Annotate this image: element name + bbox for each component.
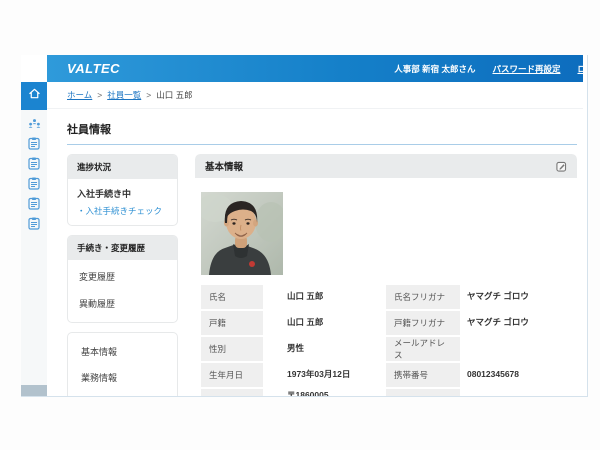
field-value: ヤマグチ ゴロウ [460,285,573,309]
password-reset-link[interactable]: パスワード再設定 [492,63,560,75]
section-menu-item[interactable]: 業務情報 [68,364,177,390]
field-label: 電話番号 [386,389,460,397]
breadcrumb-current: 山口 五郎 [156,89,192,101]
edit-icon[interactable] [556,161,567,172]
history-list: 変更履歴異動履歴 [68,260,177,322]
onboarding-check-link[interactable]: ・入社手続きチェック [68,202,177,225]
section-menu-item[interactable]: 業務アカウント [68,390,177,397]
field-label: 戸籍 [201,311,263,335]
fields-right: 氏名フリガナ ヤマグチ ゴロウ 戸籍フリガナ ヤマグチ ゴロウ メールアドレス [386,285,573,397]
history-list-item[interactable]: 異動履歴 [68,290,177,317]
progress-status: 入社手続き中 [68,179,177,202]
basic-info-header: 基本情報 [195,154,577,178]
field-label: メールアドレス [386,337,460,361]
main-panel: 基本情報 [195,154,577,397]
valtec-logo[interactable]: VALTEC [67,61,120,76]
field-label: 携帯番号 [386,363,460,387]
employee-photo [201,192,283,275]
field-value [460,389,573,397]
field-value: 山口 五郎 [263,285,386,309]
content-area: ホーム > 社員一覧 > 山口 五郎 社員情報 進捗状況 入社手続き中 ・入社手… [47,82,583,397]
logout-link[interactable]: ログアウト [577,63,583,75]
progress-card: 進捗状況 入社手続き中 ・入社手続きチェック [67,154,178,226]
field-label: 性別 [201,337,263,361]
basic-info-table: 氏名 山口 五郎 戸籍 山口 五郎 性別 男性 [201,285,577,397]
sidebar-footer-block [21,385,47,396]
section-menu-item[interactable]: 基本情報 [68,338,177,364]
breadcrumb-separator: > [146,90,151,100]
app-window: VALTEC 人事部 新宿 太郎さん パスワード再設定 ログアウト ホーム > … [21,55,588,397]
history-card-title: 手続き・変更履歴 [68,236,177,260]
field-label: 生年月日 [201,363,263,387]
clipboard-icon[interactable] [28,157,41,170]
breadcrumb-separator: > [97,90,102,100]
field-label: 戸籍フリガナ [386,311,460,335]
field-value: 男性 [263,337,386,361]
breadcrumb: ホーム > 社員一覧 > 山口 五郎 [47,82,583,109]
title-divider [67,144,577,145]
field-label: 氏名 [201,285,263,309]
history-list-item[interactable]: 変更履歴 [68,263,177,290]
field-value: 〒1860005 東京都国立市西 [263,389,386,397]
field-label: 住所 [201,389,263,397]
field-label: 氏名フリガナ [386,285,460,309]
page-title: 社員情報 [67,121,577,137]
breadcrumb-employee-list-link[interactable]: 社員一覧 [107,89,141,101]
home-icon [28,87,41,105]
logged-in-user: 人事部 新宿 太郎さん [394,63,475,75]
left-panel: 進捗状況 入社手続き中 ・入社手続きチェック 手続き・変更履歴 変更履歴異動履歴… [67,154,178,397]
app-header: VALTEC 人事部 新宿 太郎さん パスワード再設定 ログアウト [47,55,583,82]
progress-card-title: 進捗状況 [68,155,177,179]
clipboard-icon[interactable] [28,137,41,150]
clipboard-icon[interactable] [28,217,41,230]
field-value: ヤマグチ ゴロウ [460,311,573,335]
clipboard-icon[interactable] [28,197,41,210]
clipboard-icon[interactable] [28,177,41,190]
breadcrumb-home-link[interactable]: ホーム [67,89,92,101]
sidebar-item-home[interactable] [21,82,47,110]
field-value [460,337,573,361]
sidebar-top-spacer [21,55,47,82]
field-value: 08012345678 [460,363,573,387]
history-card: 手続き・変更履歴 変更履歴異動履歴 [67,235,178,323]
sidebar [21,55,47,396]
fields-left: 氏名 山口 五郎 戸籍 山口 五郎 性別 男性 [201,285,386,397]
section-menu-card: 基本情報業務情報業務アカウント配偶者情報扶養情報 [67,332,178,397]
field-value: 1973年03月12日 [263,363,386,387]
field-value: 山口 五郎 [263,311,386,335]
basic-info-title: 基本情報 [205,159,243,173]
org-chart-icon[interactable] [28,117,41,130]
